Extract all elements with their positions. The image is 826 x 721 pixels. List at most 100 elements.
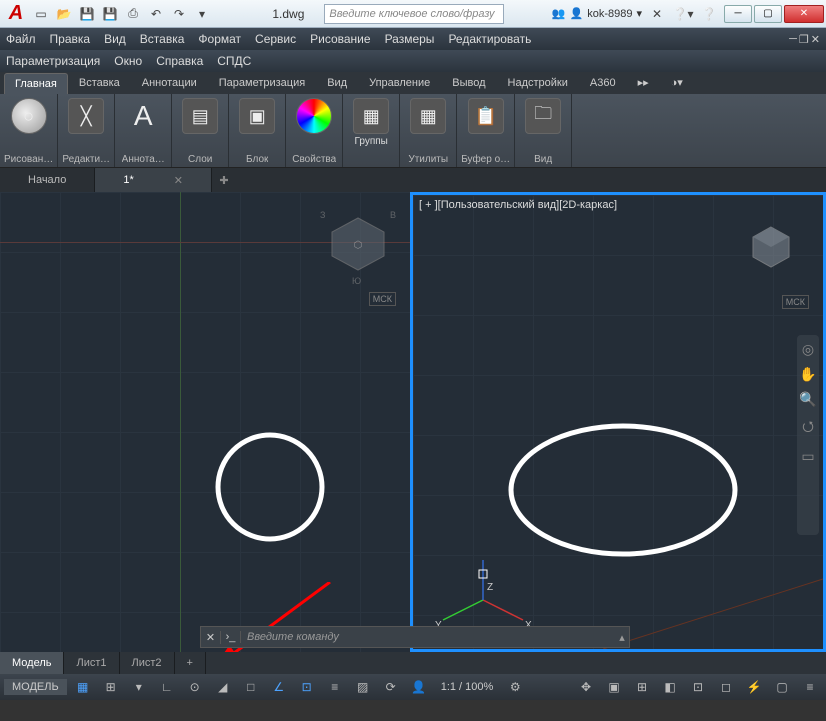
nav-pan-icon[interactable]: ✋ xyxy=(799,366,816,383)
status-isodraft-icon[interactable]: ◢ xyxy=(211,677,235,697)
tab-overflow[interactable]: ▸▸ xyxy=(627,71,660,94)
nav-fullnav-icon[interactable]: ◎ xyxy=(802,341,814,358)
status-otrack-icon[interactable]: ∠ xyxy=(267,677,291,697)
cmdline-dropdown-icon[interactable]: ▴ xyxy=(615,631,629,644)
search-input[interactable]: Введите ключевое слово/фразу xyxy=(324,4,504,24)
status-lineweight-icon[interactable]: ≡ xyxy=(323,677,347,697)
tab-a360[interactable]: A360 xyxy=(579,72,627,94)
tab-output[interactable]: Вывод xyxy=(441,72,496,94)
status-transparency-icon[interactable]: ▨ xyxy=(351,677,375,697)
navigation-bar[interactable]: ◎ ✋ 🔍 ⭯ ▭ xyxy=(797,335,819,535)
nav-showmotion-icon[interactable]: ▭ xyxy=(801,448,814,465)
cmdline-chevron-icon[interactable]: ›_ xyxy=(221,631,241,643)
status-annoscale-icon[interactable]: 👤 xyxy=(407,677,431,697)
menu-modify[interactable]: Редактировать xyxy=(448,32,531,46)
status-quickprops-icon[interactable]: ◧ xyxy=(658,677,682,697)
command-line[interactable]: ✕ ›_ Введите команду ▴ xyxy=(200,626,630,648)
tab-parametric[interactable]: Параметризация xyxy=(208,72,316,94)
minimize-button[interactable]: ─ xyxy=(724,5,752,23)
menu-insert[interactable]: Вставка xyxy=(140,32,185,46)
tab-manage[interactable]: Управление xyxy=(358,72,441,94)
tab-home[interactable]: Главная xyxy=(4,73,68,94)
clipboard-button[interactable]: 📋 xyxy=(462,96,510,134)
help-dropdown-icon[interactable]: ❔▾ xyxy=(672,3,694,25)
status-polar-icon[interactable]: ⊙ xyxy=(183,677,207,697)
status-osnap-icon[interactable]: □ xyxy=(239,677,263,697)
file-close-icon[interactable]: ✕ xyxy=(174,174,183,187)
inner-close-button[interactable]: ✕ xyxy=(811,33,820,46)
menu-dim[interactable]: Размеры xyxy=(385,32,435,46)
status-grid-icon[interactable]: ▦ xyxy=(71,677,95,697)
viewport-label[interactable]: [ + ][Пользовательский вид][2D-каркас] xyxy=(419,199,617,211)
status-cleanscreen-icon[interactable]: ▢ xyxy=(770,677,794,697)
command-input[interactable]: Введите команду xyxy=(241,631,615,643)
status-cycling-icon[interactable]: ⟳ xyxy=(379,677,403,697)
status-isolate-icon[interactable]: ◻ xyxy=(714,677,738,697)
status-annomon-icon[interactable]: ▣ xyxy=(602,677,626,697)
status-units-icon[interactable]: ⊞ xyxy=(630,677,654,697)
file-tab-add[interactable]: ✚ xyxy=(212,174,236,187)
file-tab-start[interactable]: Начало xyxy=(0,168,95,192)
tab-annotate[interactable]: Аннотации xyxy=(131,72,208,94)
viewcube-left[interactable]: ⬡ З В Ю xyxy=(326,212,390,276)
viewport-right[interactable]: [ + ][Пользовательский вид][2D-каркас] X… xyxy=(410,192,826,652)
status-2dsnap-icon[interactable]: ⊡ xyxy=(295,677,319,697)
status-ortho-icon[interactable]: ∟ xyxy=(155,677,179,697)
maximize-button[interactable]: ▢ xyxy=(754,5,782,23)
menu-file[interactable]: Файл xyxy=(6,32,36,46)
undo-icon[interactable]: ↶ xyxy=(145,3,167,25)
modify-button[interactable]: ╳ xyxy=(62,96,110,134)
layout-tab-sheet1[interactable]: Лист1 xyxy=(64,652,119,674)
viewcube-right[interactable] xyxy=(739,215,803,279)
menu-parametric[interactable]: Параметризация xyxy=(6,54,100,68)
saveas-icon[interactable]: 💾 xyxy=(99,3,121,25)
layout-tab-model[interactable]: Модель xyxy=(0,652,64,674)
menu-draw[interactable]: Рисование xyxy=(310,32,370,46)
viewport-left[interactable]: ⬡ З В Ю МСК xyxy=(0,192,410,652)
status-workspace-icon[interactable]: ✥ xyxy=(574,677,598,697)
status-gear-icon[interactable]: ⚙ xyxy=(503,677,527,697)
save-icon[interactable]: 💾 xyxy=(76,3,98,25)
groups-button[interactable]: ▦Группы xyxy=(347,96,395,147)
tab-view[interactable]: Вид xyxy=(316,72,358,94)
inner-minimize-button[interactable]: ─ xyxy=(789,33,797,46)
status-hwacc-icon[interactable]: ⚡ xyxy=(742,677,766,697)
properties-button[interactable] xyxy=(290,96,338,134)
status-snapmode-icon[interactable]: ⊞ xyxy=(99,677,123,697)
tab-insert[interactable]: Вставка xyxy=(68,72,131,94)
menu-spds[interactable]: СПДС xyxy=(217,54,251,68)
nav-orbit-icon[interactable]: ⭯ xyxy=(802,416,814,440)
nav-zoom-icon[interactable]: 🔍 xyxy=(799,391,816,408)
print-icon[interactable]: ⎙ xyxy=(122,3,144,25)
cmdline-close-icon[interactable]: ✕ xyxy=(201,631,221,644)
exchange-icon[interactable]: ✕ xyxy=(646,3,668,25)
layout-tab-sheet2[interactable]: Лист2 xyxy=(120,652,175,674)
ucs-label[interactable]: МСК xyxy=(369,292,396,306)
user-account[interactable]: 👥 👤 kok-8989▾ xyxy=(552,7,642,20)
status-scale[interactable]: 1:1 / 100% xyxy=(435,681,500,693)
app-logo[interactable]: A xyxy=(2,2,30,26)
file-tab-current[interactable]: 1*✕ xyxy=(95,168,212,192)
close-button[interactable]: ✕ xyxy=(784,5,824,23)
status-custom-icon[interactable]: ≡ xyxy=(798,677,822,697)
menu-window[interactable]: Окно xyxy=(114,54,142,68)
view-button[interactable]: 🗀 xyxy=(519,96,567,134)
draw-button[interactable]: ○ xyxy=(5,96,53,134)
layout-tab-add[interactable]: + xyxy=(175,652,206,674)
block-button[interactable]: ▣ xyxy=(233,96,281,134)
status-lockui-icon[interactable]: ⊡ xyxy=(686,677,710,697)
status-infer-icon[interactable]: ▾ xyxy=(127,677,151,697)
annotate-button[interactable]: A xyxy=(119,96,167,134)
menu-format[interactable]: Формат xyxy=(198,32,241,46)
open-icon[interactable]: 📂 xyxy=(53,3,75,25)
help-icon[interactable]: ❔ xyxy=(698,3,720,25)
utilities-button[interactable]: ▦ xyxy=(404,96,452,134)
tab-addins[interactable]: Надстройки xyxy=(497,72,579,94)
status-model-button[interactable]: МОДЕЛЬ xyxy=(4,679,67,695)
ribbon-collapse-icon[interactable]: ◑▾ xyxy=(660,71,694,94)
menu-edit[interactable]: Правка xyxy=(50,32,91,46)
new-icon[interactable]: ▭ xyxy=(30,3,52,25)
ucs-label[interactable]: МСК xyxy=(782,295,809,309)
menu-help[interactable]: Справка xyxy=(156,54,203,68)
layers-button[interactable]: ▤ xyxy=(176,96,224,134)
